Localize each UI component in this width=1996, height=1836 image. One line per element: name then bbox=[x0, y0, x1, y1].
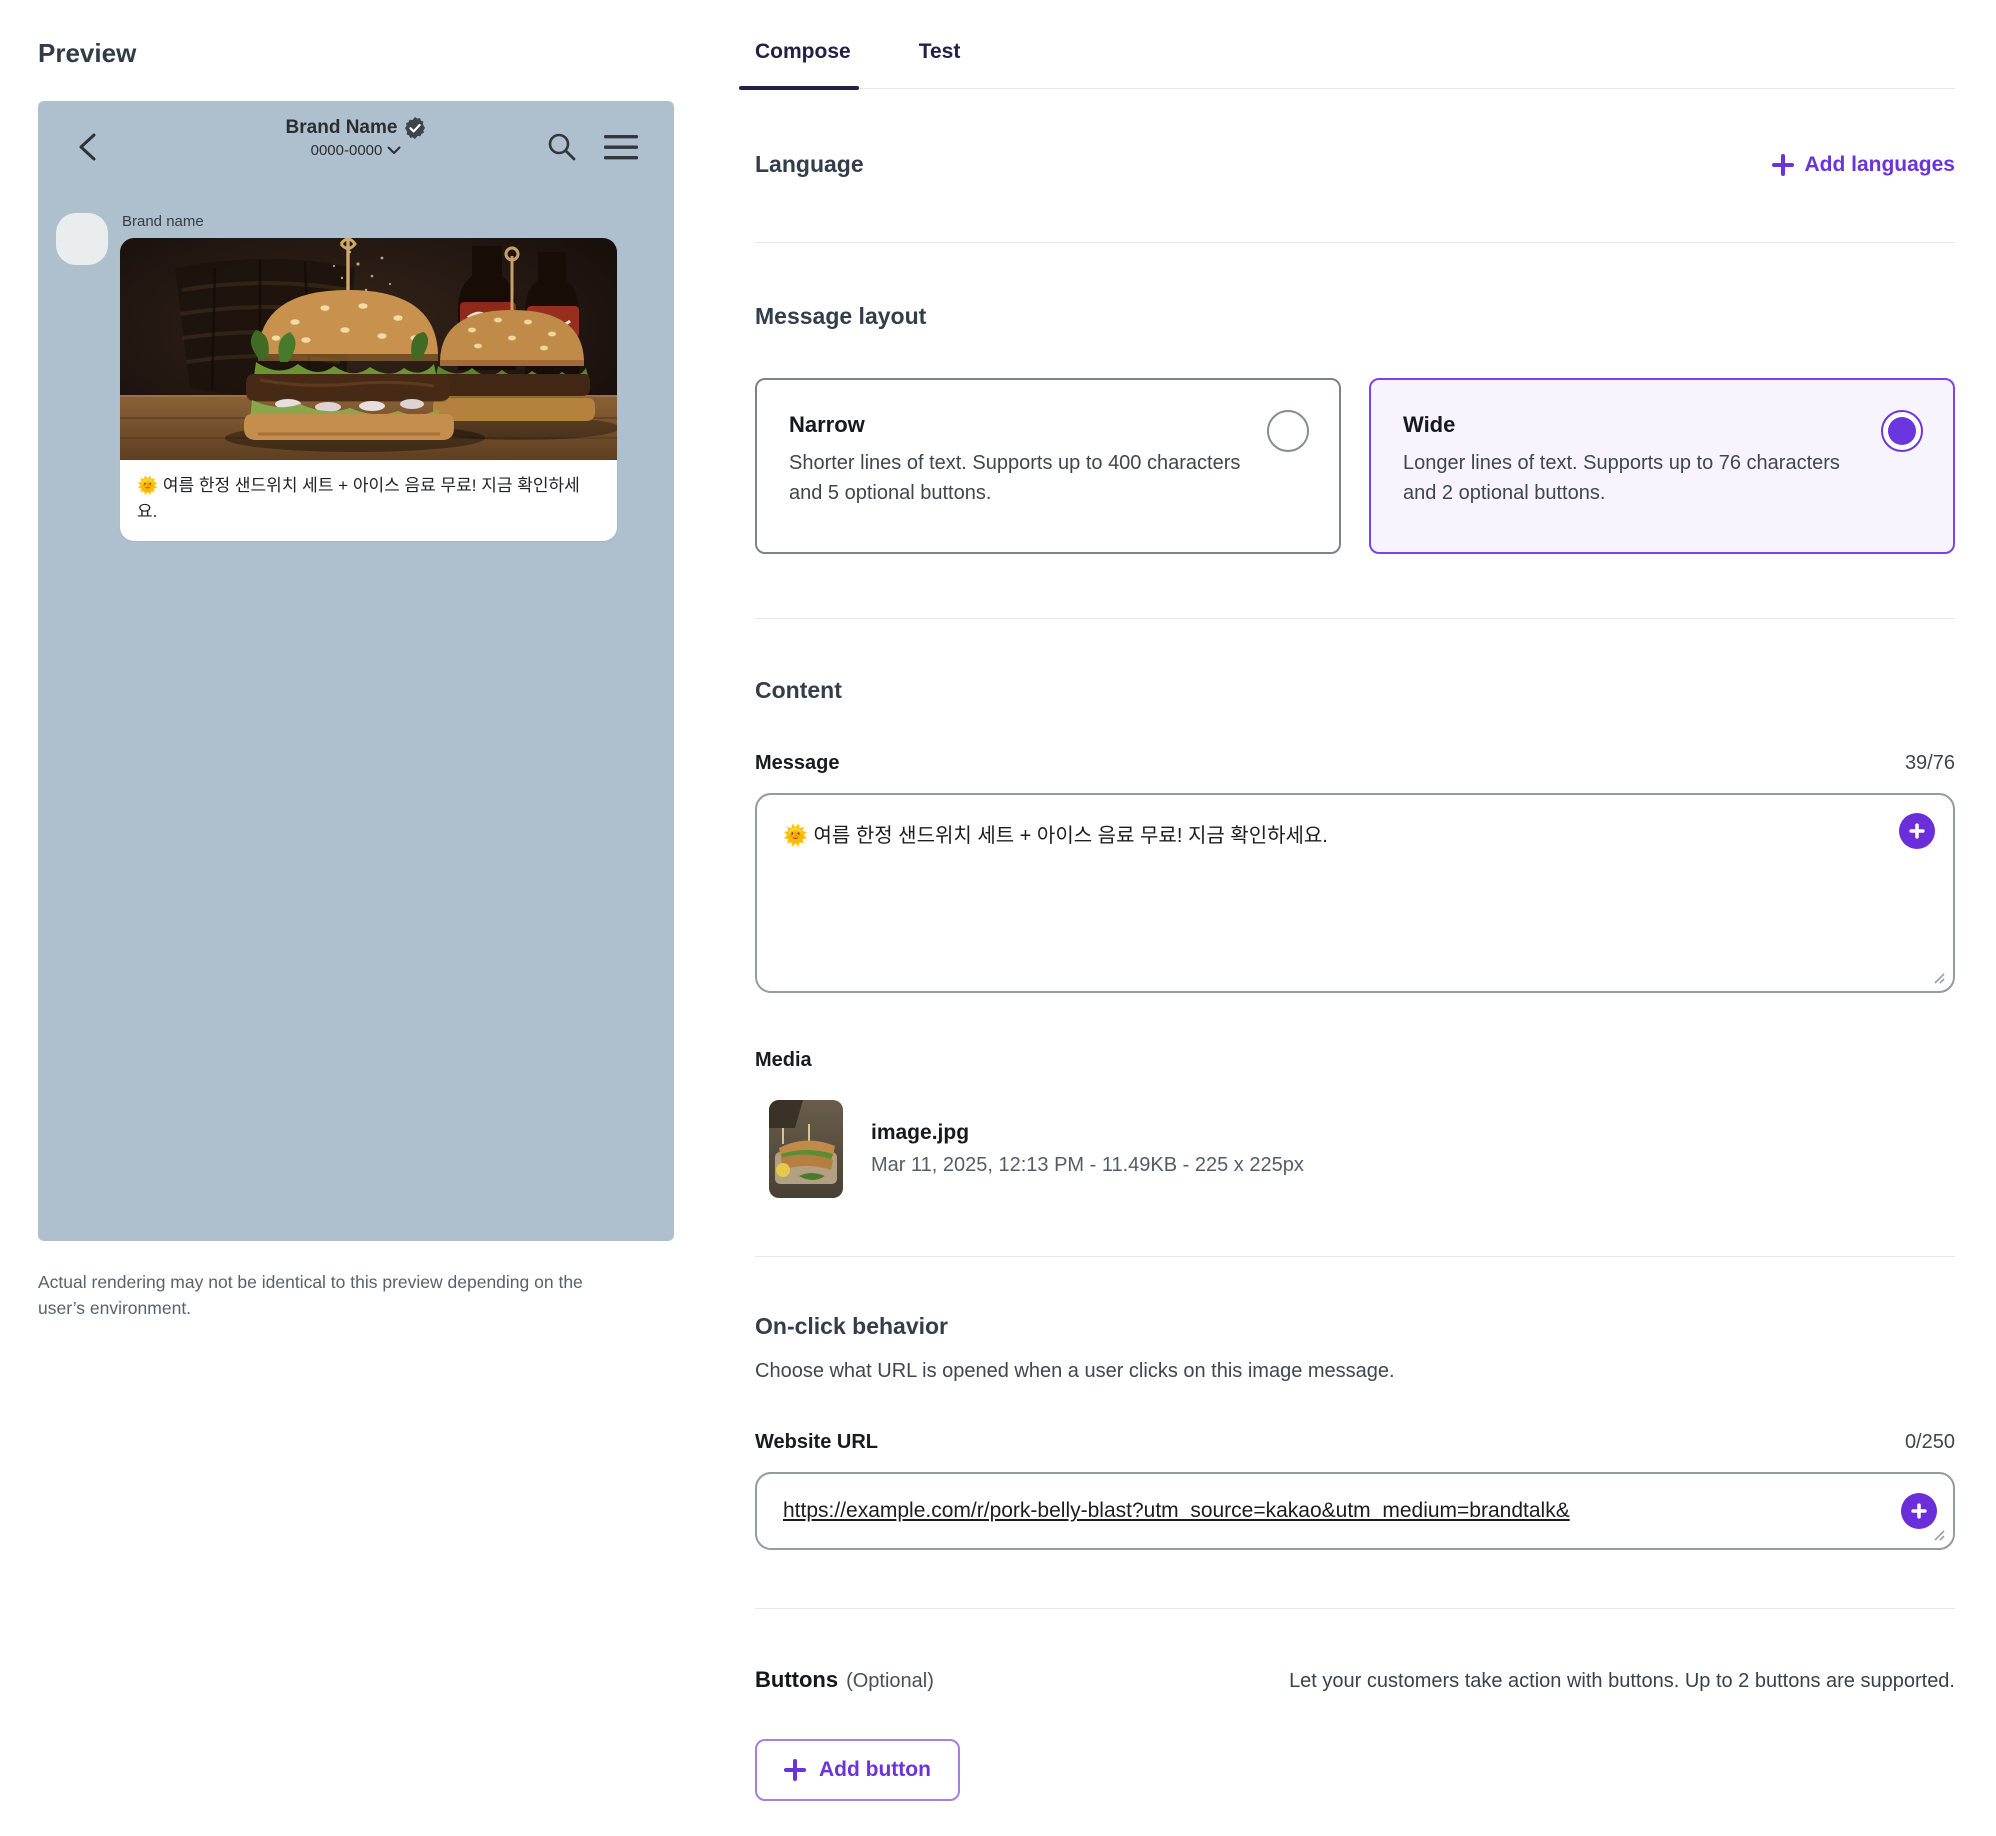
message-textarea-value: 🌞 여름 한정 샌드위치 세트 + 아이스 음료 무료! 지금 확인하세요. bbox=[783, 825, 1328, 847]
content-heading: Content bbox=[755, 677, 842, 703]
message-label: Message bbox=[755, 752, 840, 774]
media-file-meta: Mar 11, 2025, 12:13 PM - 11.49KB - 225 x… bbox=[871, 1154, 1304, 1176]
media-thumbnail[interactable] bbox=[769, 1100, 843, 1198]
hamburger-menu-icon bbox=[604, 135, 638, 160]
brandtalk-composer-page: Preview Brand Name 0000-0000 Brand name … bbox=[0, 0, 1996, 1836]
chat-header: Brand Name 0000-0000 bbox=[38, 101, 674, 197]
layout-option-title: Wide bbox=[1403, 412, 1456, 437]
radio-narrow[interactable] bbox=[1267, 410, 1309, 452]
search-icon bbox=[548, 133, 576, 161]
add-button-label: Add button bbox=[819, 1758, 931, 1781]
message-bubble-text: 🌞 여름 한정 샌드위치 세트 + 아이스 음료 무료! 지금 확인하세요. bbox=[137, 476, 580, 521]
divider bbox=[755, 1256, 1955, 1257]
chat-brand-name: Brand Name bbox=[285, 117, 398, 138]
message-layout-options: Narrow Shorter lines of text. Supports u… bbox=[755, 378, 1955, 554]
website-url-value: https://example.com/r/pork-belly-blast?u… bbox=[783, 1499, 1570, 1522]
chat-title-block: Brand Name 0000-0000 bbox=[38, 117, 674, 159]
divider bbox=[755, 1608, 1955, 1609]
avatar bbox=[56, 213, 108, 265]
burger-photo bbox=[120, 238, 617, 460]
onclick-heading: On-click behavior bbox=[755, 1313, 949, 1339]
media-label: Media bbox=[755, 1049, 812, 1071]
layout-option-title: Narrow bbox=[789, 412, 865, 437]
preview-disclaimer: Actual rendering may not be identical to… bbox=[38, 1272, 583, 1319]
layout-option-wide[interactable]: Wide Longer lines of text. Supports up t… bbox=[1369, 378, 1955, 554]
tab-compose[interactable]: Compose bbox=[739, 40, 859, 90]
sandwich-thumbnail-image bbox=[769, 1100, 843, 1198]
message-char-counter: 39/76 bbox=[1904, 752, 1955, 774]
plus-icon bbox=[1911, 1503, 1927, 1519]
radio-wide[interactable] bbox=[1881, 410, 1923, 452]
chat-message-row: Brand name 🌞 여름 한정 샌드위치 세트 + 아이스 음료 무료! … bbox=[38, 211, 674, 541]
preview-title: Preview bbox=[38, 38, 137, 68]
plus-icon bbox=[784, 1759, 806, 1781]
buttons-section-header: Buttons (Optional) Let your customers tak… bbox=[755, 1667, 1955, 1693]
chevron-down-icon bbox=[387, 146, 401, 154]
preview-panel-column: Preview Brand Name 0000-0000 Brand name … bbox=[38, 0, 674, 1322]
buttons-heading: Buttons bbox=[755, 1667, 839, 1692]
language-heading: Language bbox=[755, 151, 864, 177]
composer-form-column: Compose Test Language Add languages Mess… bbox=[739, 0, 1955, 1801]
sender-name: Brand name bbox=[122, 213, 204, 230]
chat-phone-number: 0000-0000 bbox=[310, 142, 383, 159]
plus-icon bbox=[1772, 153, 1795, 176]
message-field-header: Message 39/76 bbox=[755, 752, 1955, 775]
layout-option-description: Longer lines of text. Supports up to 76 … bbox=[1403, 452, 1840, 504]
buttons-description: Let your customers take action with butt… bbox=[1289, 1670, 1955, 1692]
layout-option-narrow[interactable]: Narrow Shorter lines of text. Supports u… bbox=[755, 378, 1341, 554]
url-field-header: Website URL 0/250 bbox=[755, 1431, 1955, 1454]
add-languages-label: Add languages bbox=[1804, 152, 1955, 176]
resize-handle[interactable] bbox=[1930, 969, 1946, 985]
add-button[interactable]: Add button bbox=[755, 1739, 960, 1801]
resize-handle[interactable] bbox=[1930, 1526, 1946, 1542]
message-layout-heading: Message layout bbox=[755, 303, 927, 329]
url-char-counter: 0/250 bbox=[1904, 1431, 1955, 1453]
website-url-input[interactable]: https://example.com/r/pork-belly-blast?u… bbox=[755, 1472, 1955, 1550]
chat-preview: Brand Name 0000-0000 Brand name 🌞 여름 한정 … bbox=[38, 101, 674, 1241]
media-file-row: image.jpg Mar 11, 2025, 12:13 PM - 11.49… bbox=[769, 1100, 1955, 1198]
insert-variable-button[interactable] bbox=[1899, 813, 1935, 849]
message-textarea[interactable]: 🌞 여름 한정 샌드위치 세트 + 아이스 음료 무료! 지금 확인하세요. bbox=[755, 793, 1955, 993]
divider bbox=[755, 242, 1955, 243]
add-languages-button[interactable]: Add languages bbox=[1772, 153, 1955, 177]
media-file-name: image.jpg bbox=[871, 1121, 970, 1144]
website-url-label: Website URL bbox=[755, 1431, 878, 1453]
onclick-description: Choose what URL is opened when a user cl… bbox=[755, 1360, 1395, 1382]
buttons-optional-label: (Optional) bbox=[846, 1670, 934, 1692]
media-file-info: image.jpg Mar 11, 2025, 12:13 PM - 11.49… bbox=[871, 1121, 1304, 1177]
plus-icon bbox=[1909, 823, 1925, 839]
tab-test[interactable]: Test bbox=[919, 40, 961, 88]
layout-option-description: Shorter lines of text. Supports up to 40… bbox=[789, 452, 1241, 504]
insert-variable-button[interactable] bbox=[1901, 1493, 1937, 1529]
divider bbox=[755, 618, 1955, 619]
tab-bar: Compose Test bbox=[739, 0, 1955, 90]
message-bubble: 🌞 여름 한정 샌드위치 세트 + 아이스 음료 무료! 지금 확인하세요. bbox=[120, 238, 617, 541]
verified-badge-icon bbox=[405, 117, 426, 139]
language-section: Language Add languages bbox=[755, 151, 1955, 178]
